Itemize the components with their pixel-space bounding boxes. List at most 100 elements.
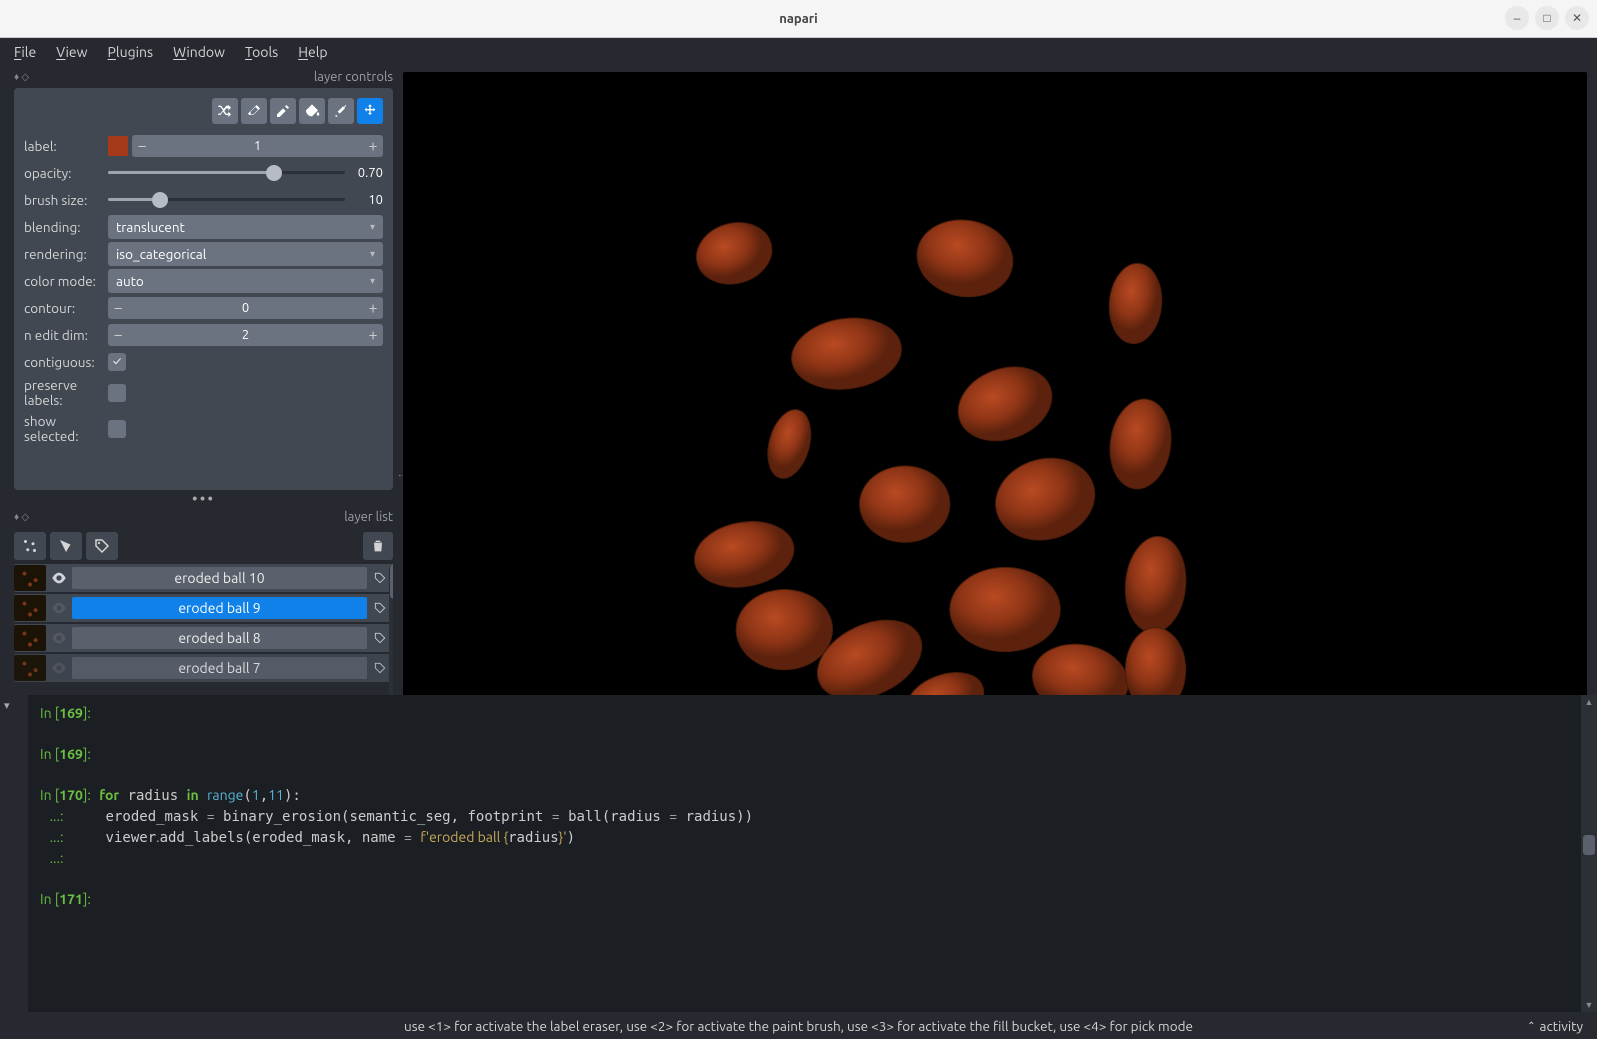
activity-indicator[interactable]: ⌃ activity <box>1527 1018 1583 1034</box>
show-selected-checkbox[interactable] <box>108 420 126 438</box>
layer-row[interactable]: eroded ball 8 <box>14 624 393 652</box>
activity-label: activity <box>1540 1018 1583 1034</box>
layer-controls-panel: label: − 1 + opacity: 0.70 <box>14 88 393 490</box>
rendering-dropdown[interactable]: iso_categorical▾ <box>108 242 383 266</box>
maximize-button[interactable]: □ <box>1535 6 1559 30</box>
label-color-swatch[interactable] <box>108 136 128 156</box>
minimize-button[interactable]: ‒ <box>1505 6 1529 30</box>
preserve-labels-checkbox[interactable] <box>108 384 126 402</box>
n-edit-dim-decrement[interactable]: − <box>108 326 128 344</box>
status-bar: use <1> for activate the label eraser, u… <box>0 1012 1597 1039</box>
layer-row[interactable]: eroded ball 7 <box>14 654 393 682</box>
layer-list-title: layer list <box>344 510 393 524</box>
layer-tag-icon[interactable] <box>369 571 391 585</box>
opacity-label: opacity: <box>24 165 108 181</box>
visibility-toggle[interactable] <box>48 662 70 674</box>
contour-value[interactable]: 0 <box>128 301 363 315</box>
shuffle-colors-button[interactable] <box>212 98 238 124</box>
color-mode-label: color mode: <box>24 273 108 289</box>
layer-tag-icon[interactable] <box>369 601 391 615</box>
color-mode-value: auto <box>116 273 144 289</box>
console-text[interactable]: In [169]: In [169]: In [170]: for radius… <box>28 695 1581 1012</box>
blending-dropdown[interactable]: translucent ▾ <box>108 215 383 239</box>
menu-tools[interactable]: Tools <box>245 44 278 60</box>
fill-tool-button[interactable] <box>299 98 325 124</box>
window-titlebar: napari ‒ □ ✕ <box>0 0 1597 38</box>
scroll-down-icon[interactable]: ▼ <box>1581 1000 1597 1010</box>
label-increment[interactable]: + <box>363 137 383 155</box>
brush-size-slider[interactable]: 10 <box>108 189 383 211</box>
contour-spinbox[interactable]: − 0 + <box>108 297 383 319</box>
label-spinbox[interactable]: − 1 + <box>132 135 383 157</box>
close-button[interactable]: ✕ <box>1565 6 1589 30</box>
visibility-toggle[interactable] <box>48 572 70 584</box>
menu-view[interactable]: View <box>56 44 87 60</box>
menu-help[interactable]: Help <box>298 44 327 60</box>
paint-tool-button[interactable] <box>270 98 296 124</box>
n-edit-dim-spinbox[interactable]: − 2 + <box>108 324 383 346</box>
menu-file[interactable]: File <box>14 44 36 60</box>
menu-window[interactable]: Window <box>173 44 225 60</box>
opacity-slider[interactable]: 0.70 <box>108 162 383 184</box>
layer-thumbnail <box>14 565 46 591</box>
layer-thumbnail <box>14 655 46 681</box>
n-edit-dim-label: n edit dim: <box>24 327 108 343</box>
color-mode-dropdown[interactable]: auto ▾ <box>108 269 383 293</box>
panel-drag-handle[interactable]: ••• <box>14 490 393 506</box>
layer-name[interactable]: eroded ball 7 <box>72 657 367 679</box>
layer-name[interactable]: eroded ball 9 <box>72 597 367 619</box>
layer-row[interactable]: eroded ball 9 <box>14 594 393 622</box>
scroll-up-icon[interactable]: ▲ <box>1581 697 1597 707</box>
status-hint-text: use <1> for activate the label eraser, u… <box>404 1018 1193 1034</box>
scrollbar-thumb[interactable] <box>1583 835 1595 855</box>
console-collapse-icon[interactable]: ▾ <box>4 699 24 712</box>
ipython-console[interactable]: ▾ In [169]: In [169]: In [170]: for radi… <box>0 695 1597 1012</box>
rendering-label: rendering: <box>24 246 108 262</box>
n-edit-dim-value[interactable]: 2 <box>128 328 363 342</box>
window-title: napari <box>779 12 817 26</box>
layer-row[interactable]: eroded ball 10 <box>14 564 393 592</box>
panel-float-icon[interactable]: ♦ ◇ <box>14 71 29 83</box>
menu-bar: File View Plugins Window Tools Help <box>0 38 1597 66</box>
contour-decrement[interactable]: − <box>108 299 128 317</box>
contour-increment[interactable]: + <box>363 299 383 317</box>
new-shapes-layer-button[interactable] <box>50 532 82 560</box>
preserve-labels-label: preservelabels: <box>24 378 108 408</box>
label-tools-toolbar <box>24 98 383 124</box>
chevron-down-icon: ▾ <box>370 275 375 287</box>
visibility-toggle[interactable] <box>48 602 70 614</box>
brush-size-label: brush size: <box>24 192 108 208</box>
delete-layer-button[interactable] <box>363 532 393 560</box>
label-label: label: <box>24 138 108 154</box>
contiguous-checkbox[interactable]: ✓ <box>108 353 126 371</box>
visibility-toggle[interactable] <box>48 632 70 644</box>
layer-name[interactable]: eroded ball 8 <box>72 627 367 649</box>
blending-label: blending: <box>24 219 108 235</box>
layer-tag-icon[interactable] <box>369 661 391 675</box>
rendering-value: iso_categorical <box>116 246 206 262</box>
chevron-up-icon: ⌃ <box>1527 1020 1535 1032</box>
new-labels-layer-button[interactable] <box>86 532 118 560</box>
show-selected-label: showselected: <box>24 414 108 444</box>
layer-controls-header: ♦ ◇ layer controls <box>14 66 393 88</box>
blending-value: translucent <box>116 219 185 235</box>
new-points-layer-button[interactable] <box>14 532 46 560</box>
layer-thumbnail <box>14 625 46 651</box>
label-value[interactable]: 1 <box>152 139 363 153</box>
chevron-down-icon: ▾ <box>370 221 375 233</box>
picker-tool-button[interactable] <box>328 98 354 124</box>
panel-float-icon[interactable]: ♦ ◇ <box>14 511 29 523</box>
n-edit-dim-increment[interactable]: + <box>363 326 383 344</box>
pan-zoom-tool-button[interactable] <box>357 98 383 124</box>
contour-label: contour: <box>24 300 108 316</box>
label-decrement[interactable]: − <box>132 137 152 155</box>
eraser-tool-button[interactable] <box>241 98 267 124</box>
menu-plugins[interactable]: Plugins <box>108 44 154 60</box>
layer-tag-icon[interactable] <box>369 631 391 645</box>
console-scrollbar[interactable]: ▲ ▼ <box>1581 695 1597 1012</box>
brush-size-value: 10 <box>345 193 383 207</box>
window-controls: ‒ □ ✕ <box>1505 6 1589 30</box>
layer-list-header: ♦ ◇ layer list <box>14 506 393 528</box>
layer-controls-title: layer controls <box>314 70 393 84</box>
layer-name[interactable]: eroded ball 10 <box>72 567 367 589</box>
